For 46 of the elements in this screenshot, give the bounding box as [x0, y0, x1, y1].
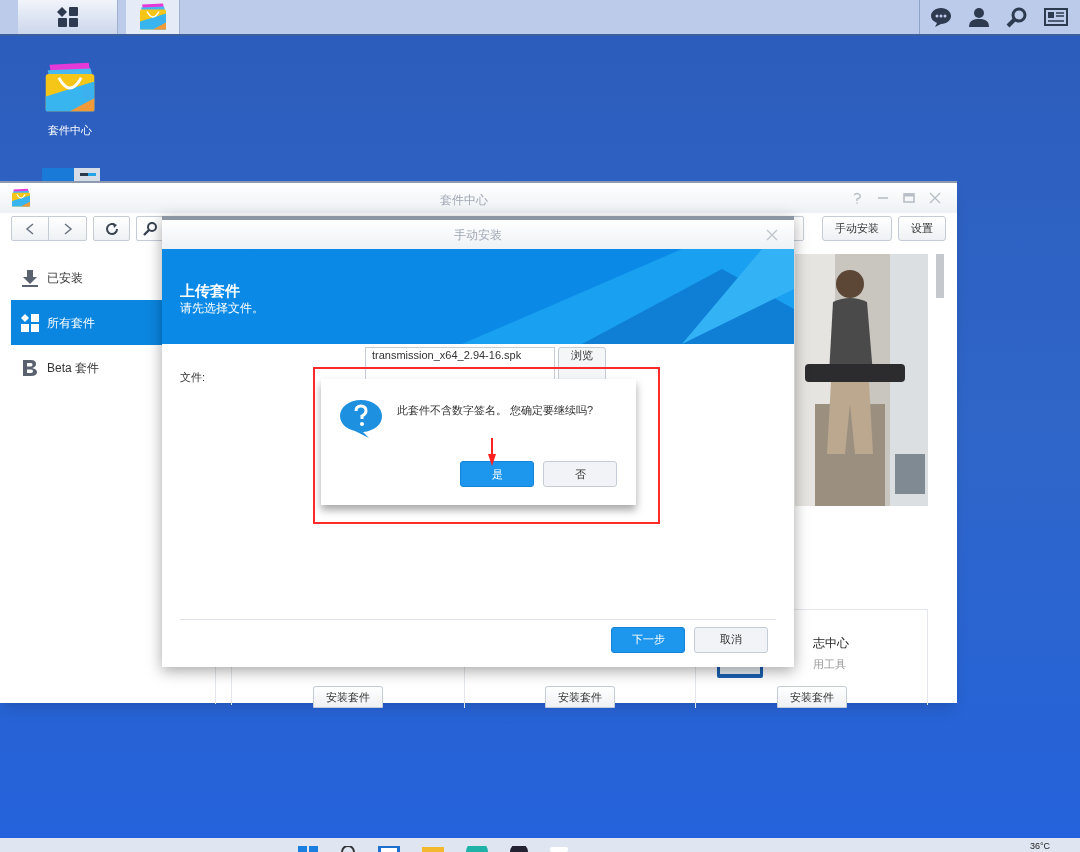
question-bubble-icon	[339, 399, 383, 439]
search-icon[interactable]	[1006, 6, 1028, 28]
install-button[interactable]: 安装套件	[545, 686, 615, 708]
no-button[interactable]: 否	[543, 461, 617, 487]
file-label: 文件:	[180, 370, 207, 385]
shopping-bag-icon	[10, 188, 32, 208]
refresh-icon	[104, 221, 119, 236]
shopping-bag-icon	[137, 2, 168, 32]
search-icon[interactable]	[340, 846, 356, 852]
package-category: 用工具	[813, 657, 848, 672]
close-icon[interactable]	[929, 192, 941, 204]
widget-icon[interactable]	[1044, 6, 1068, 28]
settings-button[interactable]: 设置	[898, 216, 946, 241]
temperature-text: 36°C	[1029, 840, 1050, 852]
taskbar-app-button[interactable]	[126, 0, 180, 34]
dialog-title: 手动安装	[454, 226, 502, 244]
app-icon[interactable]	[510, 846, 528, 852]
browser-icon[interactable]	[466, 846, 488, 852]
app-icon[interactable]	[42, 168, 100, 181]
maximize-icon[interactable]	[903, 192, 915, 204]
widgets-icon[interactable]	[378, 846, 400, 852]
beta-icon	[21, 358, 39, 377]
window-title: 套件中心	[440, 192, 488, 209]
grid-icon	[21, 313, 39, 332]
dialog-heading: 上传套件	[180, 282, 241, 300]
user-icon[interactable]	[968, 6, 990, 28]
manual-install-button[interactable]: 手动安装	[822, 216, 892, 241]
desktop-icon-label[interactable]: 套件中心	[48, 122, 92, 139]
package-title: 志中心	[813, 635, 850, 652]
windows-start-icon[interactable]	[298, 846, 318, 852]
main-menu-button[interactable]	[18, 0, 118, 34]
scrollbar-thumb[interactable]	[936, 254, 944, 298]
chevron-left-icon	[25, 222, 35, 235]
cancel-button[interactable]: 取消	[694, 626, 768, 653]
download-icon	[21, 268, 39, 287]
confirm-message: 此套件不含数字签名。 您确定要继续吗?	[397, 403, 594, 418]
refresh-button[interactable]	[93, 216, 130, 241]
chevron-right-icon	[62, 222, 73, 235]
grid-icon	[56, 6, 79, 28]
close-icon[interactable]	[766, 229, 778, 241]
help-icon[interactable]	[851, 192, 863, 204]
install-button[interactable]: 安装套件	[312, 686, 383, 708]
chat-icon[interactable]	[930, 6, 952, 28]
search-icon	[143, 221, 157, 236]
arrow	[487, 438, 497, 466]
install-button[interactable]: 安装套件	[776, 686, 847, 708]
